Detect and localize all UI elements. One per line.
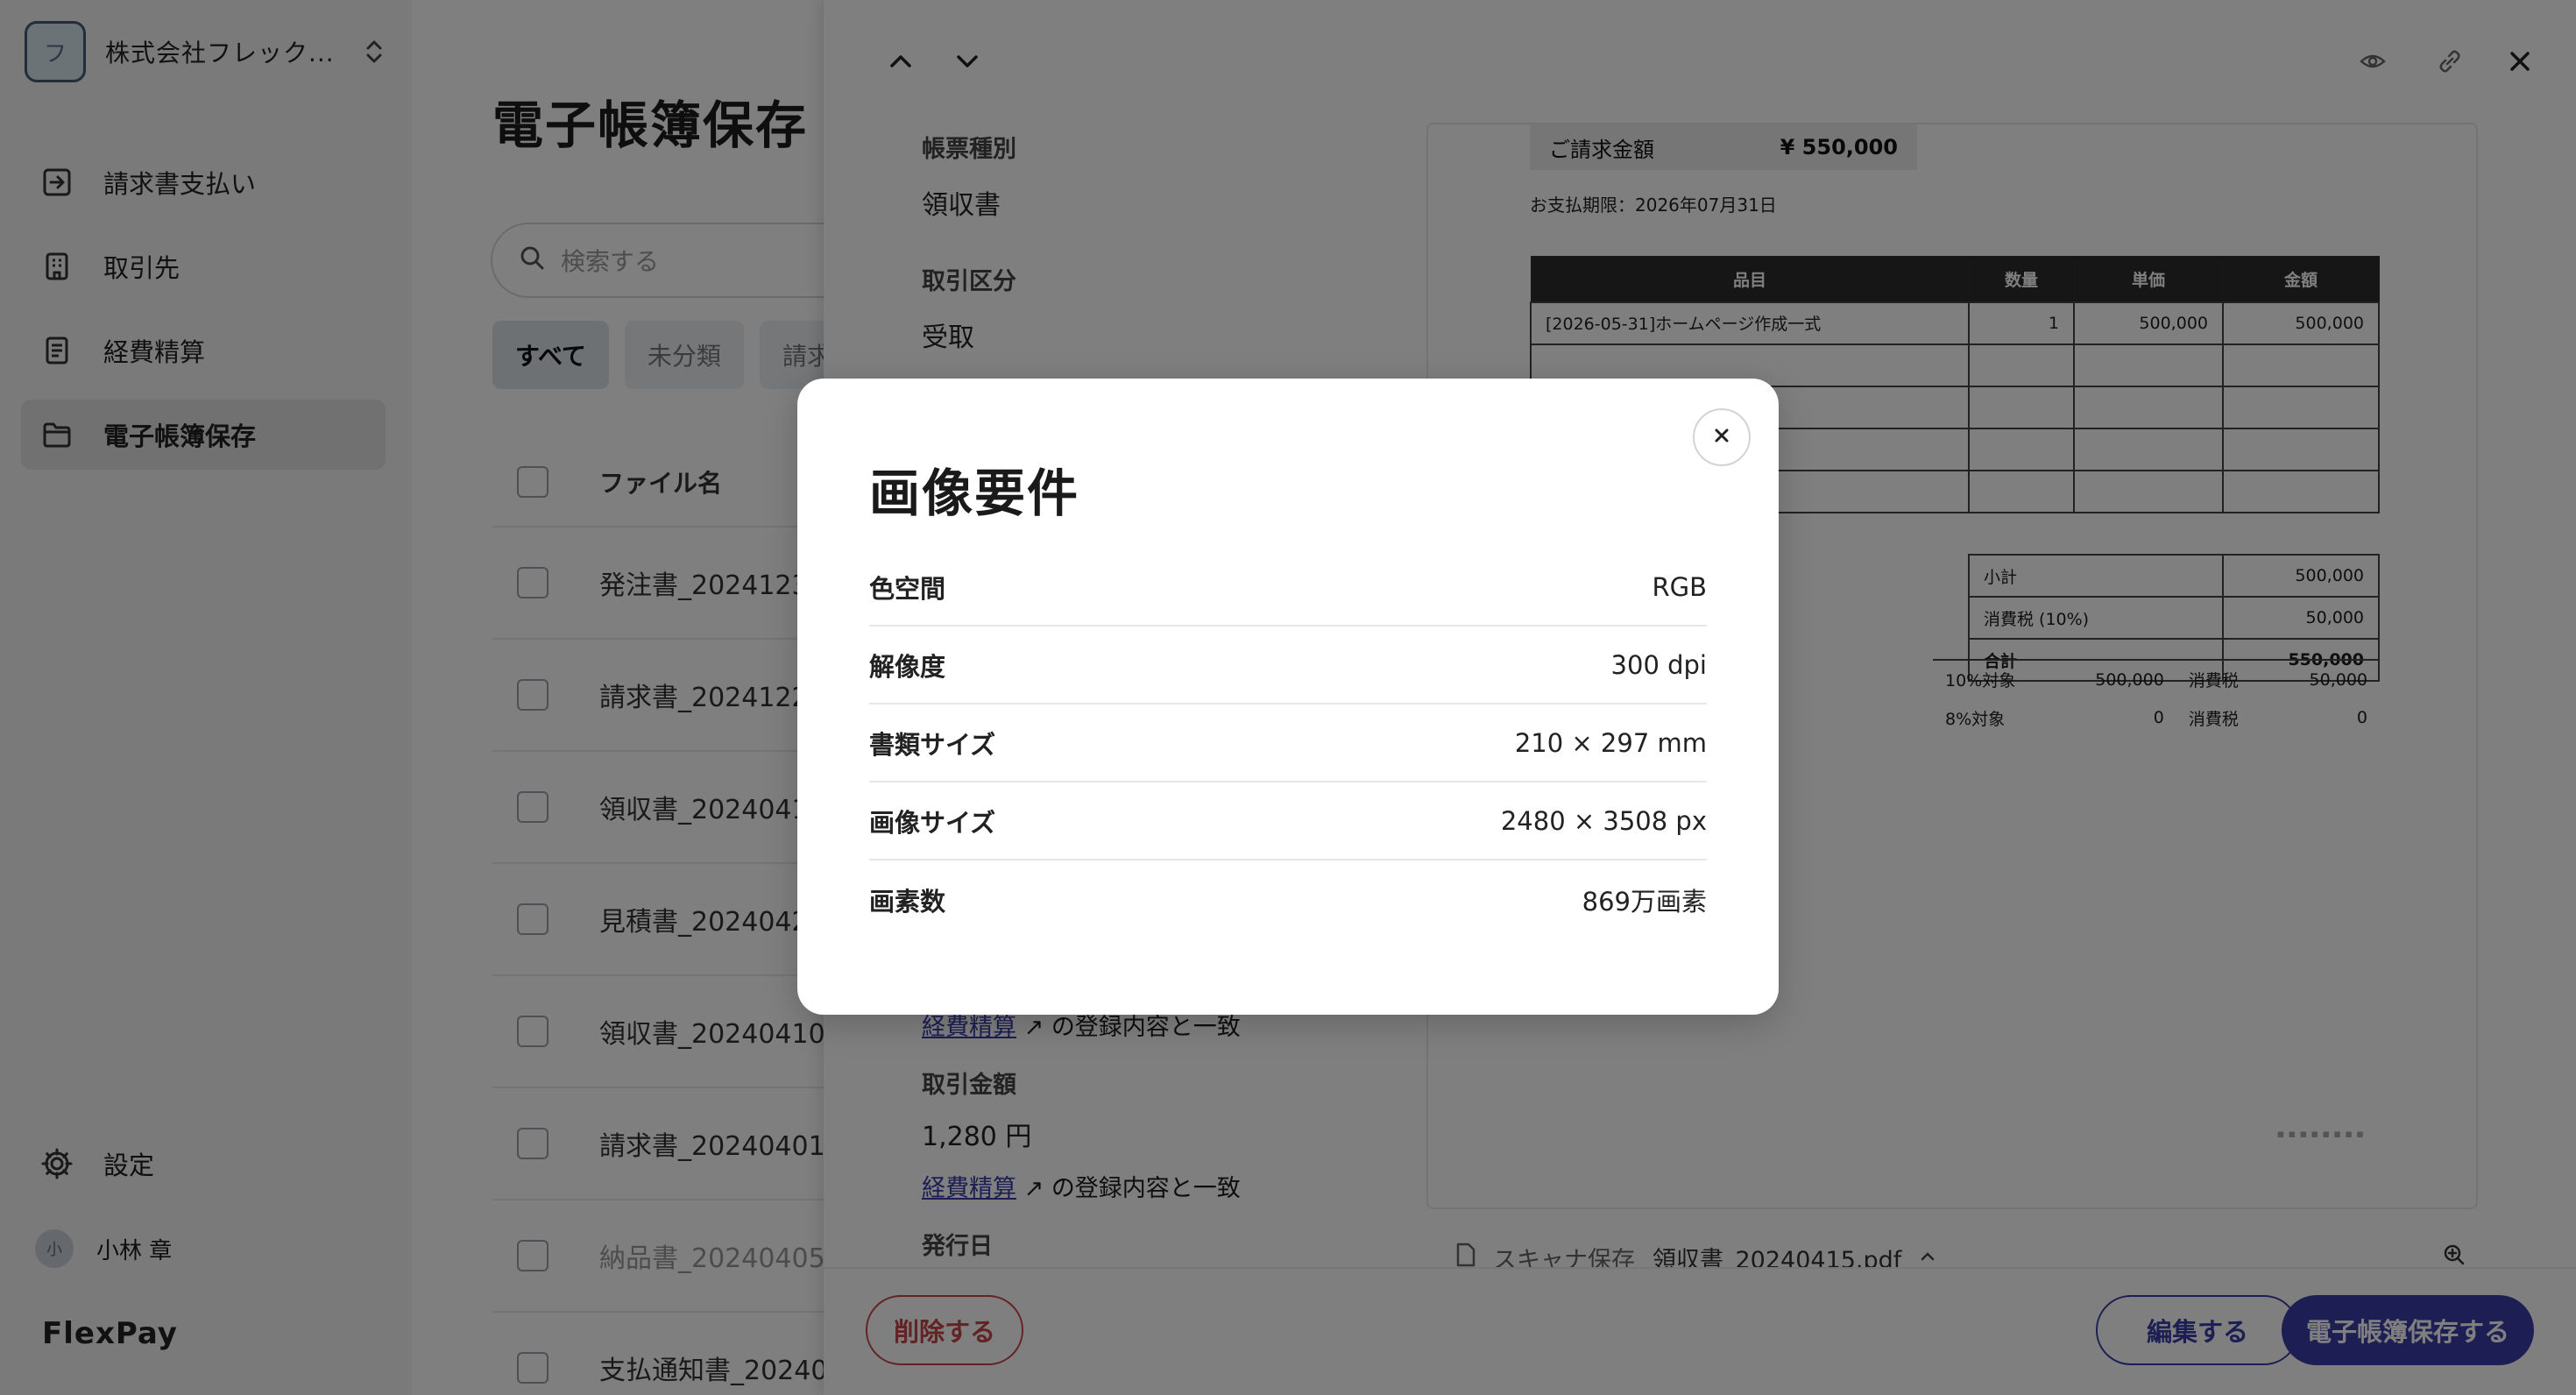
app: フ 株式会社フレック... 請求書支払い 取引先 bbox=[0, 0, 2576, 1395]
requirement-value: 210 × 297 mm bbox=[1514, 727, 1707, 758]
requirement-label: 画素数 bbox=[869, 886, 946, 917]
requirement-value: 300 dpi bbox=[1610, 649, 1707, 680]
close-icon bbox=[1711, 425, 1732, 450]
requirement-value: 869万画素 bbox=[1582, 886, 1707, 917]
list-item: 色空間 RGB bbox=[869, 549, 1707, 627]
list-item: 画素数 869万画素 bbox=[869, 860, 1707, 938]
list-item: 画像サイズ 2480 × 3508 px bbox=[869, 782, 1707, 860]
modal-title: 画像要件 bbox=[869, 464, 1080, 523]
list-item: 書類サイズ 210 × 297 mm bbox=[869, 705, 1707, 782]
requirement-label: 書類サイズ bbox=[869, 729, 996, 760]
requirement-value: 2480 × 3508 px bbox=[1500, 805, 1707, 836]
requirement-label: 色空間 bbox=[869, 573, 946, 604]
requirement-value: RGB bbox=[1652, 571, 1707, 602]
requirements-list: 色空間 RGB 解像度 300 dpi 書類サイズ 210 × 297 mm 画… bbox=[869, 549, 1707, 938]
image-requirements-modal: 画像要件 色空間 RGB 解像度 300 dpi 書類サイズ 210 × 297… bbox=[797, 379, 1779, 1015]
requirement-label: 画像サイズ bbox=[869, 807, 996, 838]
requirement-label: 解像度 bbox=[869, 651, 946, 682]
list-item: 解像度 300 dpi bbox=[869, 627, 1707, 705]
modal-close-button[interactable] bbox=[1693, 408, 1751, 466]
